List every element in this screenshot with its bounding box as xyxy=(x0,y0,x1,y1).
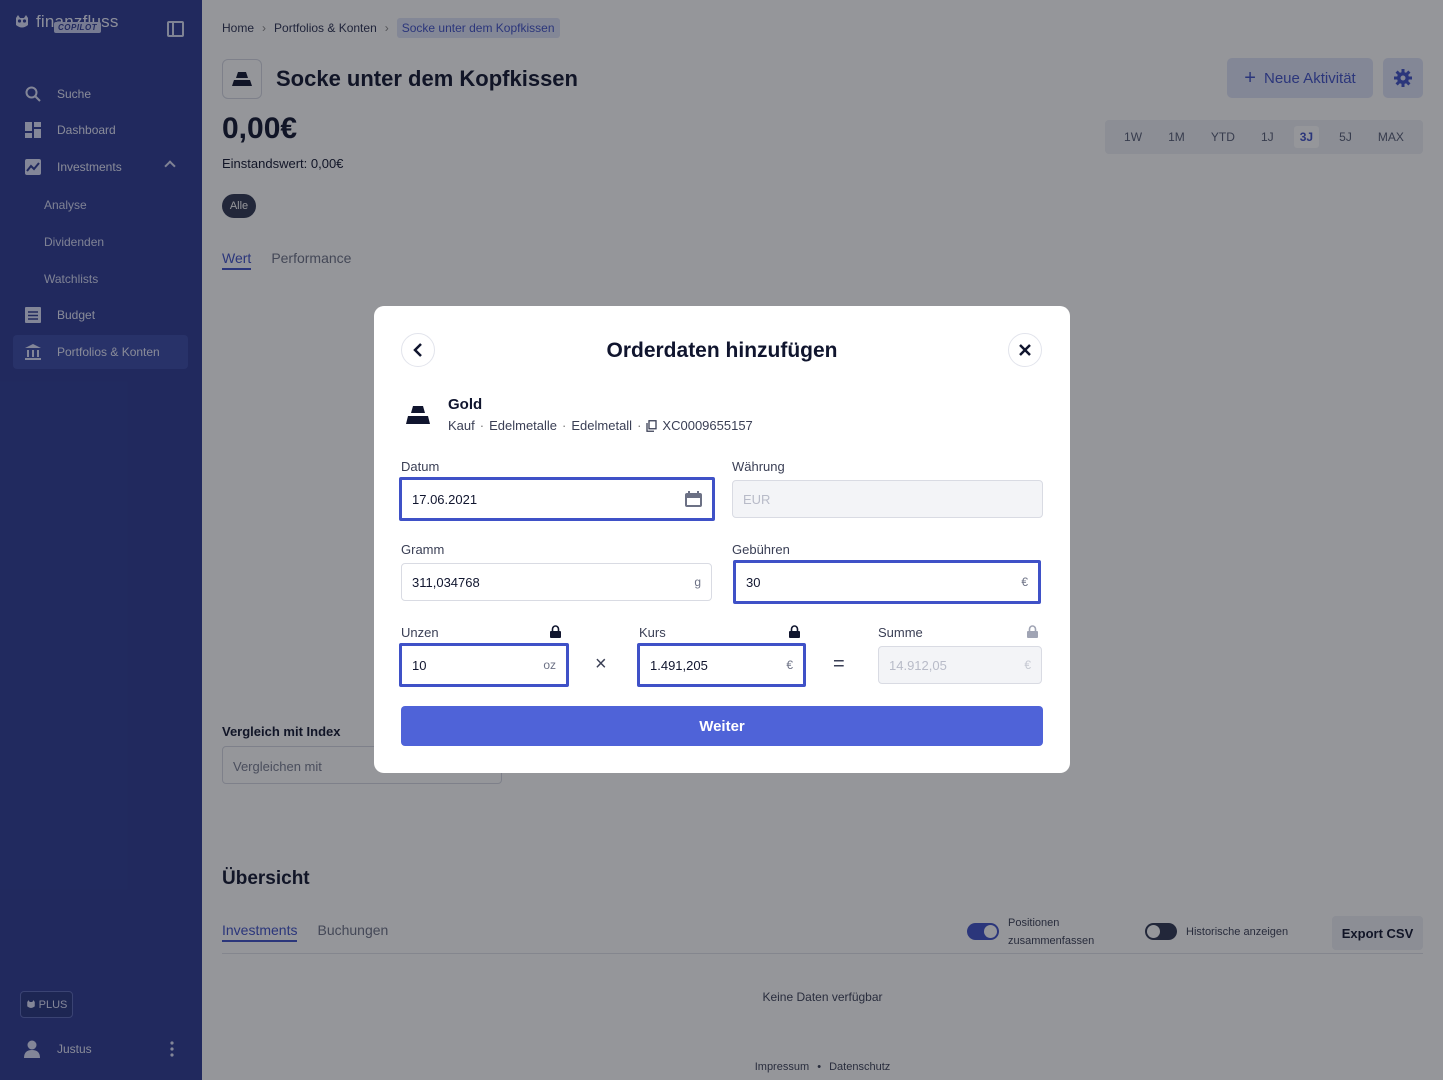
summe-unit: € xyxy=(1024,658,1031,672)
kurs-unit: € xyxy=(786,658,793,672)
kurs-label: Kurs xyxy=(639,625,666,640)
summe-input: 14.912,05 € xyxy=(878,646,1042,684)
lock-icon[interactable] xyxy=(1027,625,1038,638)
meta-separator: · xyxy=(637,418,642,433)
meta-separator: · xyxy=(562,418,567,433)
summe-label: Summe xyxy=(878,625,923,640)
copy-icon[interactable] xyxy=(646,419,658,432)
unzen-input[interactable]: 10 oz xyxy=(399,643,569,687)
waehrung-value: EUR xyxy=(743,491,771,507)
close-button[interactable] xyxy=(1008,333,1042,367)
equals-operator: = xyxy=(833,653,845,675)
asset-name: Gold xyxy=(448,396,483,413)
datum-value: 17.06.2021 xyxy=(412,491,478,507)
unzen-value: 10 xyxy=(412,657,427,673)
asset-isin: XC0009655157 xyxy=(662,418,753,433)
unzen-label: Unzen xyxy=(401,625,439,640)
datum-input[interactable]: 17.06.2021 xyxy=(399,477,715,521)
weiter-button[interactable]: Weiter xyxy=(401,706,1043,746)
gebuehren-value: 30 xyxy=(746,574,761,590)
lock-icon[interactable] xyxy=(550,625,561,638)
asset-meta: Kauf · Edelmetalle · Edelmetall · XC0009… xyxy=(448,418,753,433)
kurs-value: 1.491,205 xyxy=(650,657,708,673)
kurs-input[interactable]: 1.491,205 € xyxy=(637,643,806,687)
waehrung-label: Währung xyxy=(732,459,785,474)
summe-value: 14.912,05 xyxy=(889,657,947,673)
asset-subcategory: Edelmetall xyxy=(571,418,633,433)
close-icon xyxy=(1019,344,1031,356)
gebuehren-label: Gebühren xyxy=(732,542,790,557)
datum-label: Datum xyxy=(401,459,440,474)
gramm-label: Gramm xyxy=(401,542,445,557)
order-modal: Orderdaten hinzufügen Gold Kauf · Edelme… xyxy=(374,306,1070,773)
waehrung-input: EUR xyxy=(732,480,1043,518)
modal-title: Orderdaten hinzufügen xyxy=(606,339,838,362)
gramm-input[interactable]: 311,034768 g xyxy=(401,563,712,601)
meta-separator: · xyxy=(479,418,485,433)
asset-type: Kauf xyxy=(448,418,475,433)
lock-icon[interactable] xyxy=(789,625,800,638)
asset-category: Edelmetalle xyxy=(489,418,558,433)
gramm-value: 311,034768 xyxy=(412,574,480,590)
gold-bars-icon xyxy=(406,406,430,424)
calendar-icon[interactable] xyxy=(685,491,702,507)
gebuehren-unit: € xyxy=(1021,575,1028,589)
times-operator: × xyxy=(595,653,607,675)
unzen-unit: oz xyxy=(543,658,556,672)
gramm-unit: g xyxy=(694,575,701,589)
gebuehren-input[interactable]: 30 € xyxy=(733,560,1041,604)
